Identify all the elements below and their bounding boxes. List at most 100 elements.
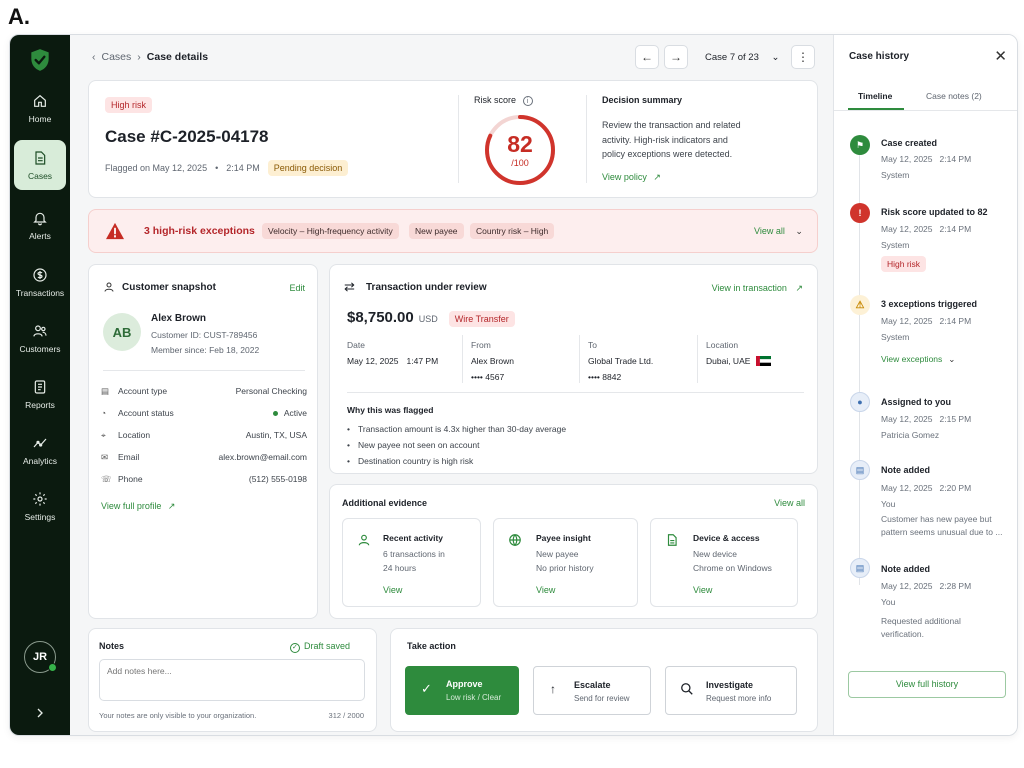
from-label: From bbox=[471, 340, 491, 350]
status-badge: Pending decision bbox=[267, 160, 349, 176]
info-icon[interactable]: i bbox=[522, 96, 533, 106]
document-icon bbox=[35, 150, 46, 165]
case-flagged-meta: Flagged on May 12, 2025 • 2:14 PM Pendin… bbox=[105, 160, 349, 176]
row-value: alex.brown@email.com bbox=[218, 452, 307, 462]
divider bbox=[458, 95, 459, 183]
approve-label: Approve bbox=[446, 679, 483, 689]
back-chevron-icon[interactable]: ‹ bbox=[92, 51, 96, 63]
timeline-event-date: May 12, 2025 2:15 PM bbox=[881, 414, 971, 424]
transaction-currency: USD bbox=[418, 314, 438, 324]
account-icon: ▤ bbox=[101, 386, 110, 396]
approve-button[interactable]: ✓ Approve Low risk / Clear bbox=[405, 666, 519, 715]
row-value: (512) 555-0198 bbox=[248, 474, 307, 484]
online-status-dot bbox=[48, 663, 57, 672]
shield-logo-icon bbox=[31, 49, 49, 71]
customer-row-email: ✉ Email alex.brown@email.com bbox=[101, 452, 307, 464]
reason-text: New payee not seen on account bbox=[357, 440, 480, 450]
investigate-button[interactable]: Investigate Request more info bbox=[665, 666, 797, 715]
tabs-divider bbox=[834, 110, 1017, 111]
close-icon[interactable]: ✕ bbox=[994, 47, 1007, 65]
notes-card: Notes ✓Draft saved Your notes are only v… bbox=[88, 628, 377, 732]
event-time: 2:14 PM bbox=[939, 154, 972, 164]
evidence-tile-payee-insight[interactable]: Payee insight New payee No prior history… bbox=[493, 518, 638, 607]
timeline-event-date: May 12, 2025 2:14 PM bbox=[881, 316, 971, 326]
users-icon bbox=[33, 324, 47, 337]
tab-timeline[interactable]: Timeline bbox=[858, 91, 892, 101]
tile-view-link[interactable]: View bbox=[693, 585, 712, 595]
draft-saved-indicator: ✓ Draft saved bbox=[289, 641, 350, 653]
app-window: Home Cases Alerts Transactions Customers… bbox=[9, 34, 1018, 736]
evidence-tile-device-access[interactable]: Device & access New device Chrome on Win… bbox=[650, 518, 798, 607]
next-case-button[interactable]: → bbox=[664, 45, 688, 69]
search-icon bbox=[681, 683, 693, 695]
from-account: •••• 4567 bbox=[471, 372, 505, 382]
timeline-event-actor: System bbox=[881, 170, 910, 180]
customer-name: Alex Brown bbox=[151, 313, 207, 324]
sidebar-item-cases[interactable]: Cases bbox=[14, 140, 66, 190]
breadcrumb-parent[interactable]: Cases bbox=[102, 51, 132, 63]
location-icon: ⌖ bbox=[101, 430, 106, 440]
notes-input[interactable] bbox=[99, 659, 365, 701]
user-avatar[interactable]: JR bbox=[24, 641, 57, 673]
divider bbox=[697, 335, 698, 383]
customer-id: Customer ID: CUST-789456 bbox=[151, 330, 258, 340]
view-exceptions-link[interactable]: View exceptions ⌄ bbox=[881, 354, 955, 365]
event-time: 2:14 PM bbox=[939, 224, 972, 234]
risk-level-badge: High risk bbox=[881, 256, 927, 272]
divider bbox=[462, 335, 463, 383]
sidebar-item-settings[interactable]: Settings bbox=[14, 481, 66, 531]
customer-row-account-type: ▤ Account type Personal Checking bbox=[101, 386, 307, 398]
reason-text: Transaction amount is 4.3x higher than 3… bbox=[357, 424, 567, 434]
divider bbox=[347, 392, 804, 393]
row-label: Account type bbox=[118, 386, 168, 396]
tab-case-notes[interactable]: Case notes (2) bbox=[926, 91, 982, 101]
external-link-icon: ↗ bbox=[167, 501, 176, 511]
event-date: May 12, 2025 bbox=[881, 581, 933, 591]
row-label: Email bbox=[118, 452, 140, 462]
tile-view-link[interactable]: View bbox=[383, 585, 402, 595]
sidebar-item-alerts[interactable]: Alerts bbox=[14, 200, 66, 250]
sidebar-item-analytics[interactable]: Analytics bbox=[14, 425, 66, 475]
exceptions-view-all[interactable]: View all ⌄ bbox=[754, 226, 803, 237]
tile-title: Payee insight bbox=[536, 533, 591, 543]
timeline-event-actor: You bbox=[881, 499, 896, 509]
sidebar-item-label: Reports bbox=[25, 399, 55, 410]
escalate-button[interactable]: ↑ Escalate Send for review bbox=[533, 666, 651, 715]
breadcrumb-separator-icon: › bbox=[137, 51, 141, 63]
expand-sidebar-icon[interactable] bbox=[32, 705, 48, 721]
status-icon: ◔ bbox=[101, 408, 107, 418]
customer-row-phone: ☏ Phone (512) 555-0198 bbox=[101, 474, 307, 486]
case-pager-dropdown[interactable]: Case 7 of 23 ⌄ bbox=[705, 52, 779, 63]
prev-case-button[interactable]: ← bbox=[635, 45, 659, 69]
profile-link-label: View full profile bbox=[101, 501, 162, 511]
view-full-profile-link[interactable]: View full profile ↗ bbox=[101, 501, 175, 512]
sidebar-item-reports[interactable]: Reports bbox=[14, 369, 66, 419]
edit-customer-link[interactable]: Edit bbox=[289, 283, 305, 293]
why-flagged-title: Why this was flagged bbox=[347, 405, 434, 415]
case-header-card: High risk Case #C-2025-04178 Flagged on … bbox=[88, 80, 818, 198]
evidence-view-all-link[interactable]: View all bbox=[774, 498, 805, 508]
view-policy-link[interactable]: View policy ↗ bbox=[602, 172, 661, 183]
active-dot bbox=[272, 411, 278, 417]
view-full-history-button[interactable]: View full history bbox=[848, 671, 1006, 698]
list-item: • Transaction amount is 4.3x higher than … bbox=[347, 424, 567, 434]
evidence-tile-recent-activity[interactable]: Recent activity 6 transactions in 24 hou… bbox=[342, 518, 481, 607]
sidebar-item-transactions[interactable]: Transactions bbox=[14, 257, 66, 307]
sidebar-item-home[interactable]: Home bbox=[14, 83, 66, 133]
view-in-transaction-link[interactable]: View in transaction ↗ bbox=[712, 283, 803, 294]
tile-view-link[interactable]: View bbox=[536, 585, 555, 595]
check-circle-icon: ✓ bbox=[289, 643, 300, 653]
bell-icon bbox=[33, 212, 47, 225]
timeline-event-title: Case created bbox=[881, 138, 938, 148]
decision-summary-title: Decision summary bbox=[602, 95, 683, 105]
uae-flag-icon bbox=[756, 356, 772, 366]
more-options-button[interactable]: ⋮ bbox=[791, 45, 815, 69]
breadcrumb: ‹ Cases › Case details bbox=[92, 51, 208, 63]
row-label: Phone bbox=[118, 474, 143, 484]
risk-score-label: Risk score i bbox=[474, 95, 533, 106]
user-initials: JR bbox=[32, 651, 48, 663]
more-vertical-icon: ⋮ bbox=[797, 50, 809, 64]
exception-tag: Country risk – High bbox=[470, 223, 555, 239]
timeline-event-date: May 12, 2025 2:14 PM bbox=[881, 224, 971, 234]
sidebar-item-customers[interactable]: Customers bbox=[14, 313, 66, 363]
